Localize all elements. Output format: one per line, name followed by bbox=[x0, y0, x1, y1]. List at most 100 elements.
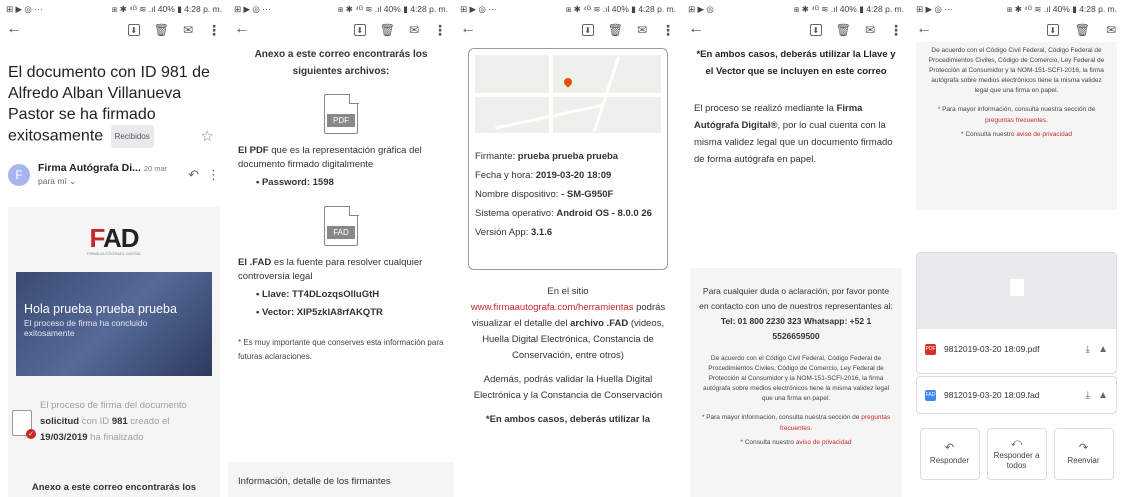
status-left: ⊞ ▶ ◎ ··· bbox=[460, 3, 497, 14]
footer-section: Para cualquier duda o aclaración, por fa… bbox=[690, 268, 902, 497]
back-arrow-icon[interactable]: ← bbox=[234, 20, 250, 38]
star-icon[interactable]: ☆ bbox=[201, 126, 214, 147]
sender-name-text: Firma Autógrafa Di... bbox=[38, 162, 141, 174]
contact-phone[interactable]: Tel: 01 800 2230 323 bbox=[721, 316, 802, 326]
faq-link[interactable]: preguntas frecuentes. bbox=[985, 117, 1048, 124]
validate-paragraph: Además, podrás validar la Huella Digital… bbox=[473, 374, 663, 401]
signer-date: Fecha y hora: 2019-03-20 18:09 bbox=[475, 166, 661, 185]
signer-app-label: Versión App: bbox=[475, 227, 531, 238]
more-icon[interactable]: ⋮ bbox=[661, 22, 675, 39]
signer-date-value: 2019-03-20 18:09 bbox=[535, 170, 612, 181]
pdf-description: El PDF que es la representación gráfica … bbox=[238, 144, 444, 172]
pdf-file-label: PDF bbox=[327, 114, 355, 127]
privacy-note: * Consulta nuestro aviso de privacidad bbox=[698, 437, 894, 448]
truncated-text: Anexo a este correo encontrarás los bbox=[31, 482, 197, 493]
more-icon[interactable]: ⋮ bbox=[433, 22, 447, 39]
footer-notes: * Para mayor información, consulta nuest… bbox=[690, 404, 902, 448]
process-line-2: solicitud con ID 981 creado el bbox=[40, 414, 187, 430]
delete-icon[interactable]: 🗑 bbox=[836, 23, 851, 37]
fad-type-icon: FAD bbox=[925, 389, 936, 401]
attachment-thumbnail[interactable] bbox=[917, 253, 1116, 329]
reply-button[interactable]: ↶ Responder bbox=[919, 428, 980, 480]
mail-icon[interactable]: ✉ bbox=[1106, 23, 1116, 37]
status-right: ⧆ ✱ ⁴ᴳ ≋ .ıl 40% ▮ 4:28 p. m. bbox=[565, 3, 676, 14]
fad-description: El .FAD es la fuente para resolver cualq… bbox=[238, 256, 444, 284]
fad-vector: • Vector: XIP5zkIA8rfAKQTR bbox=[256, 307, 383, 318]
recipient-toggle[interactable]: para mí ⌄ bbox=[38, 176, 180, 187]
tools-link[interactable]: www.firmaautografa.com/herramientas bbox=[471, 302, 634, 313]
forward-button[interactable]: ↷ Reenviar bbox=[1053, 428, 1114, 480]
archive-icon[interactable]: ⬇ bbox=[353, 24, 366, 36]
privacy-link[interactable]: aviso de privacidad bbox=[796, 439, 852, 446]
status-bar: ⊞ ▶ ◎ ··· ⧆ ✱ ⁴ᴳ ≋ .ıl 40% ▮ 4:28 p. m. bbox=[910, 0, 1123, 18]
contact-pre: Para cualquier duda o aclaración, por fa… bbox=[699, 286, 893, 311]
faq-pre: * Para mayor información, consulta nuest… bbox=[701, 414, 862, 421]
signer-os-value: Android OS - 8.0.0 26 bbox=[556, 208, 652, 219]
signer-details: Firmante: prueba prueba prueba Fecha y h… bbox=[475, 133, 661, 242]
reply-all-icon: ⤺ bbox=[1010, 436, 1023, 449]
file-placeholder-icon bbox=[1009, 279, 1024, 296]
privacy-link[interactable]: aviso de privacidad bbox=[1016, 131, 1072, 138]
inbox-badge[interactable]: Recibidos bbox=[110, 125, 154, 148]
sender-more-icon[interactable]: ⋮ bbox=[207, 167, 220, 183]
drive-icon[interactable]: ▲ bbox=[1098, 390, 1108, 401]
email-panel-5: ⊞ ▶ ◎ ··· ⧆ ✱ ⁴ᴳ ≋ .ıl 40% ▮ 4:28 p. m. … bbox=[910, 0, 1123, 497]
check-icon: ✓ bbox=[26, 429, 36, 439]
signer-app-value: 3.1.6 bbox=[530, 227, 553, 238]
process-finished: ha finalizado bbox=[87, 432, 144, 443]
pdf-file-icon: PDF bbox=[324, 93, 359, 134]
signer-info-card: Firmante: prueba prueba prueba Fecha y h… bbox=[468, 48, 668, 270]
attachments-intro: Anexo a este correo encontrarás los sigu… bbox=[228, 42, 454, 364]
status-left: ⊞ ▶ ◎ ··· bbox=[234, 3, 271, 14]
signers-section: Información, detalle de los firmantes bbox=[228, 462, 454, 497]
reply-all-button[interactable]: ⤺ Responder a todos bbox=[986, 428, 1047, 480]
sender-info: Firma Autógrafa Di... 20 mar para mí ⌄ bbox=[38, 162, 180, 187]
avatar[interactable]: F bbox=[8, 163, 30, 186]
drive-icon[interactable]: ▲ bbox=[1098, 344, 1108, 355]
signer-app-version: Versión App: 3.1.6 bbox=[475, 223, 661, 242]
more-icon[interactable]: ⋮ bbox=[207, 22, 221, 39]
attachment-name-pdf[interactable]: 9812019-03-20 18:09.pdf bbox=[944, 344, 1078, 354]
mail-icon[interactable]: ✉ bbox=[183, 23, 193, 37]
mail-icon[interactable]: ✉ bbox=[865, 23, 875, 37]
fad-file-icon: FAD bbox=[324, 205, 359, 246]
attachment-card-pdf[interactable]: PDF 9812019-03-20 18:09.pdf ⤓ ▲ bbox=[916, 252, 1117, 374]
signed-document-icon: ✓ bbox=[12, 410, 36, 439]
delete-icon[interactable]: 🗑 bbox=[608, 23, 623, 37]
reply-label: Responder bbox=[929, 455, 970, 465]
verification-info: En el sitio www.firmaautografa.com/herra… bbox=[454, 270, 682, 428]
archive-icon[interactable]: ⬇ bbox=[127, 24, 140, 36]
attachment-row-fad[interactable]: FAD 9812019-03-20 18:09.fad ⤓ ▲ bbox=[917, 377, 1116, 413]
attachment-row-pdf[interactable]: PDF 9812019-03-20 18:09.pdf ⤓ ▲ bbox=[917, 329, 1116, 369]
back-arrow-icon[interactable]: ← bbox=[460, 20, 476, 38]
attachment-card-fad[interactable]: FAD 9812019-03-20 18:09.fad ⤓ ▲ bbox=[916, 376, 1117, 414]
back-arrow-icon[interactable]: ← bbox=[6, 20, 22, 38]
sender-date: 20 mar bbox=[143, 164, 168, 173]
location-map[interactable] bbox=[475, 55, 661, 133]
attachment-name-fad[interactable]: 9812019-03-20 18:09.fad bbox=[944, 390, 1078, 400]
legal-text: De acuerdo con el Código Civil Federal, … bbox=[928, 47, 1105, 94]
logo-mark: F bbox=[89, 223, 103, 253]
back-arrow-icon[interactable]: ← bbox=[916, 20, 932, 38]
privacy-pre: * Consulta nuestro bbox=[740, 439, 796, 446]
mail-icon[interactable]: ✉ bbox=[409, 23, 419, 37]
archive-icon[interactable]: ⬇ bbox=[1046, 24, 1059, 36]
more-icon[interactable]: ⋮ bbox=[889, 22, 903, 39]
download-icon[interactable]: ⤓ bbox=[1086, 390, 1090, 401]
process-id: 981 bbox=[111, 416, 128, 427]
delete-icon[interactable]: 🗑 bbox=[1075, 23, 1090, 37]
archive-icon[interactable]: ⬇ bbox=[581, 24, 594, 36]
delete-icon[interactable]: 🗑 bbox=[154, 23, 169, 37]
download-icon[interactable]: ⤓ bbox=[1086, 344, 1090, 355]
sender-row: F Firma Autógrafa Di... 20 mar para mí ⌄… bbox=[0, 148, 228, 187]
reply-icon[interactable]: ↶ bbox=[188, 167, 199, 183]
map-road bbox=[549, 55, 554, 133]
fad-key: • Llave: TT4DLozqsOlluGtH bbox=[256, 289, 380, 300]
subject-text: El documento con ID 981 de Alfredo Alban… bbox=[8, 64, 210, 145]
archive-icon[interactable]: ⬇ bbox=[809, 24, 822, 36]
back-arrow-icon[interactable]: ← bbox=[688, 20, 704, 38]
status-bar: ⊞ ▶ ◎ ··· ⧆ ✱ ⁴ᴳ ≋ .ıl 40% ▮ 4:28 p. m. bbox=[0, 0, 228, 18]
both-cases-text: *En ambos casos, deberás utilizar la bbox=[485, 414, 651, 425]
mail-icon[interactable]: ✉ bbox=[637, 23, 647, 37]
delete-icon[interactable]: 🗑 bbox=[380, 23, 395, 37]
